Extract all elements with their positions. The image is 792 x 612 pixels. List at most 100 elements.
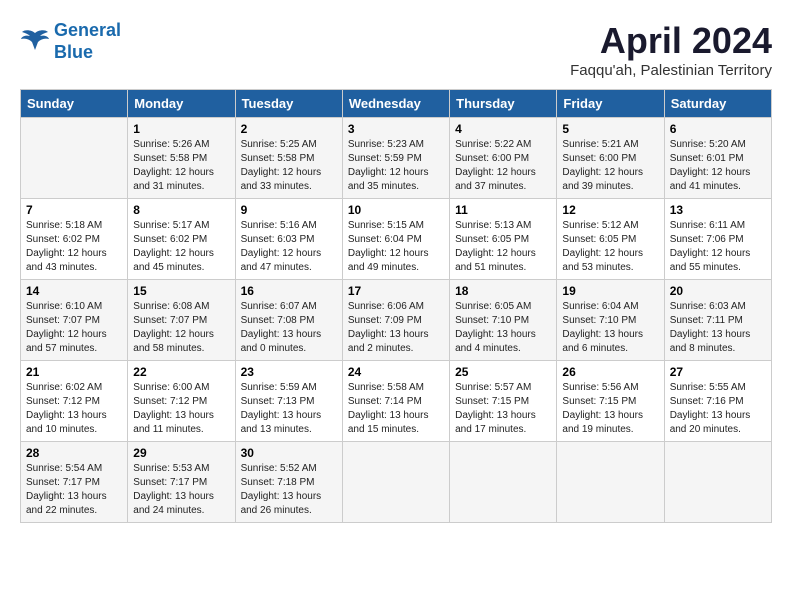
- day-cell: 1 Sunrise: 5:26 AM Sunset: 5:58 PM Daylig…: [128, 118, 235, 199]
- day-cell: [21, 118, 128, 199]
- day-cell: 8 Sunrise: 5:17 AM Sunset: 6:02 PM Daylig…: [128, 199, 235, 280]
- week-row-1: 1 Sunrise: 5:26 AM Sunset: 5:58 PM Daylig…: [21, 118, 772, 199]
- day-info: Sunrise: 5:52 AM Sunset: 7:18 PM Dayligh…: [241, 462, 337, 518]
- day-info: Sunrise: 5:16 AM Sunset: 6:03 PM Dayligh…: [241, 219, 337, 275]
- day-cell: [342, 442, 449, 523]
- day-cell: 13Sunrise: 6:11 AM Sunset: 7:06 PM Dayli…: [664, 199, 771, 280]
- day-number: 13: [670, 203, 766, 217]
- day-info: Sunrise: 5:23 AM Sunset: 5:59 PM Dayligh…: [348, 138, 444, 194]
- day-number: 22: [133, 365, 229, 379]
- day-cell: 7 Sunrise: 5:18 AM Sunset: 6:02 PM Daylig…: [21, 199, 128, 280]
- day-number: 27: [670, 365, 766, 379]
- day-number: 25: [455, 365, 551, 379]
- day-cell: 6 Sunrise: 5:20 AM Sunset: 6:01 PM Daylig…: [664, 118, 771, 199]
- day-number: 8: [133, 203, 229, 217]
- day-cell: 23 Sunrise: 5:59 AM Sunset: 7:13 PM Dayli…: [235, 361, 342, 442]
- day-info: Sunrise: 5:55 AM Sunset: 7:16 PM Dayligh…: [670, 381, 766, 437]
- day-info: Sunrise: 5:59 AM Sunset: 7:13 PM Dayligh…: [241, 381, 337, 437]
- day-number: 14: [26, 284, 122, 298]
- calendar-table: SundayMondayTuesdayWednesdayThursdayFrid…: [20, 89, 772, 523]
- day-number: 23: [241, 365, 337, 379]
- day-info: Sunrise: 5:22 AM Sunset: 6:00 PM Dayligh…: [455, 138, 551, 194]
- day-number: 20: [670, 284, 766, 298]
- day-number: 28: [26, 446, 122, 460]
- header-cell-wednesday: Wednesday: [342, 90, 449, 118]
- logo-icon: [20, 28, 50, 56]
- day-cell: 27 Sunrise: 5:55 AM Sunset: 7:16 PM Dayli…: [664, 361, 771, 442]
- header-cell-thursday: Thursday: [450, 90, 557, 118]
- day-cell: 21 Sunrise: 6:02 AM Sunset: 7:12 PM Dayli…: [21, 361, 128, 442]
- day-info: Sunrise: 5:17 AM Sunset: 6:02 PM Dayligh…: [133, 219, 229, 275]
- header: General Blue April 2024 Faqqu'ah, Palest…: [20, 20, 772, 79]
- header-row: SundayMondayTuesdayWednesdayThursdayFrid…: [21, 90, 772, 118]
- week-row-2: 7 Sunrise: 5:18 AM Sunset: 6:02 PM Daylig…: [21, 199, 772, 280]
- day-cell: 24 Sunrise: 5:58 AM Sunset: 7:14 PM Dayli…: [342, 361, 449, 442]
- day-number: 18: [455, 284, 551, 298]
- day-cell: 5 Sunrise: 5:21 AM Sunset: 6:00 PM Daylig…: [557, 118, 664, 199]
- day-number: 11: [455, 203, 551, 217]
- location-subtitle: Faqqu'ah, Palestinian Territory: [570, 62, 772, 79]
- day-cell: 29 Sunrise: 5:53 AM Sunset: 7:17 PM Dayli…: [128, 442, 235, 523]
- day-number: 16: [241, 284, 337, 298]
- day-number: 30: [241, 446, 337, 460]
- day-cell: 16Sunrise: 6:07 AM Sunset: 7:08 PM Dayli…: [235, 280, 342, 361]
- day-info: Sunrise: 5:15 AM Sunset: 6:04 PM Dayligh…: [348, 219, 444, 275]
- day-number: 9: [241, 203, 337, 217]
- day-cell: [664, 442, 771, 523]
- day-number: 4: [455, 122, 551, 136]
- day-number: 1: [133, 122, 229, 136]
- day-cell: 12 Sunrise: 5:12 AM Sunset: 6:05 PM Dayli…: [557, 199, 664, 280]
- week-row-3: 14 Sunrise: 6:10 AM Sunset: 7:07 PM Dayli…: [21, 280, 772, 361]
- logo: General Blue: [20, 20, 121, 63]
- day-cell: 26 Sunrise: 5:56 AM Sunset: 7:15 PM Dayli…: [557, 361, 664, 442]
- header-cell-tuesday: Tuesday: [235, 90, 342, 118]
- day-number: 10: [348, 203, 444, 217]
- day-number: 3: [348, 122, 444, 136]
- day-number: 12: [562, 203, 658, 217]
- day-number: 19: [562, 284, 658, 298]
- day-cell: 17 Sunrise: 6:06 AM Sunset: 7:09 PM Dayli…: [342, 280, 449, 361]
- day-cell: 15Sunrise: 6:08 AM Sunset: 7:07 PM Dayli…: [128, 280, 235, 361]
- day-cell: 14 Sunrise: 6:10 AM Sunset: 7:07 PM Dayli…: [21, 280, 128, 361]
- month-title: April 2024: [570, 20, 772, 62]
- day-number: 26: [562, 365, 658, 379]
- day-cell: 11 Sunrise: 5:13 AM Sunset: 6:05 PM Dayli…: [450, 199, 557, 280]
- header-cell-sunday: Sunday: [21, 90, 128, 118]
- header-cell-monday: Monday: [128, 90, 235, 118]
- day-number: 6: [670, 122, 766, 136]
- day-number: 21: [26, 365, 122, 379]
- day-number: 15: [133, 284, 229, 298]
- day-cell: 25 Sunrise: 5:57 AM Sunset: 7:15 PM Dayli…: [450, 361, 557, 442]
- day-number: 7: [26, 203, 122, 217]
- day-info: Sunrise: 6:00 AM Sunset: 7:12 PM Dayligh…: [133, 381, 229, 437]
- day-info: Sunrise: 5:58 AM Sunset: 7:14 PM Dayligh…: [348, 381, 444, 437]
- day-cell: 20Sunrise: 6:03 AM Sunset: 7:11 PM Dayli…: [664, 280, 771, 361]
- day-info: Sunrise: 5:13 AM Sunset: 6:05 PM Dayligh…: [455, 219, 551, 275]
- day-info: Sunrise: 6:06 AM Sunset: 7:09 PM Dayligh…: [348, 300, 444, 356]
- day-cell: 3 Sunrise: 5:23 AM Sunset: 5:59 PM Daylig…: [342, 118, 449, 199]
- day-cell: 30 Sunrise: 5:52 AM Sunset: 7:18 PM Dayli…: [235, 442, 342, 523]
- day-info: Sunrise: 5:56 AM Sunset: 7:15 PM Dayligh…: [562, 381, 658, 437]
- day-number: 24: [348, 365, 444, 379]
- day-number: 5: [562, 122, 658, 136]
- day-cell: 19Sunrise: 6:04 AM Sunset: 7:10 PM Dayli…: [557, 280, 664, 361]
- day-info: Sunrise: 5:57 AM Sunset: 7:15 PM Dayligh…: [455, 381, 551, 437]
- day-cell: [557, 442, 664, 523]
- day-info: Sunrise: 5:12 AM Sunset: 6:05 PM Dayligh…: [562, 219, 658, 275]
- day-info: Sunrise: 5:18 AM Sunset: 6:02 PM Dayligh…: [26, 219, 122, 275]
- day-info: Sunrise: 5:20 AM Sunset: 6:01 PM Dayligh…: [670, 138, 766, 194]
- day-info: Sunrise: 5:21 AM Sunset: 6:00 PM Dayligh…: [562, 138, 658, 194]
- header-cell-saturday: Saturday: [664, 90, 771, 118]
- day-number: 2: [241, 122, 337, 136]
- day-info: Sunrise: 6:05 AM Sunset: 7:10 PM Dayligh…: [455, 300, 551, 356]
- day-info: Sunrise: 6:02 AM Sunset: 7:12 PM Dayligh…: [26, 381, 122, 437]
- day-cell: 9 Sunrise: 5:16 AM Sunset: 6:03 PM Daylig…: [235, 199, 342, 280]
- day-cell: 2Sunrise: 5:25 AM Sunset: 5:58 PM Daylig…: [235, 118, 342, 199]
- day-cell: [450, 442, 557, 523]
- day-number: 29: [133, 446, 229, 460]
- day-info: Sunrise: 5:26 AM Sunset: 5:58 PM Dayligh…: [133, 138, 229, 194]
- header-cell-friday: Friday: [557, 90, 664, 118]
- day-info: Sunrise: 5:53 AM Sunset: 7:17 PM Dayligh…: [133, 462, 229, 518]
- day-info: Sunrise: 6:10 AM Sunset: 7:07 PM Dayligh…: [26, 300, 122, 356]
- day-number: 17: [348, 284, 444, 298]
